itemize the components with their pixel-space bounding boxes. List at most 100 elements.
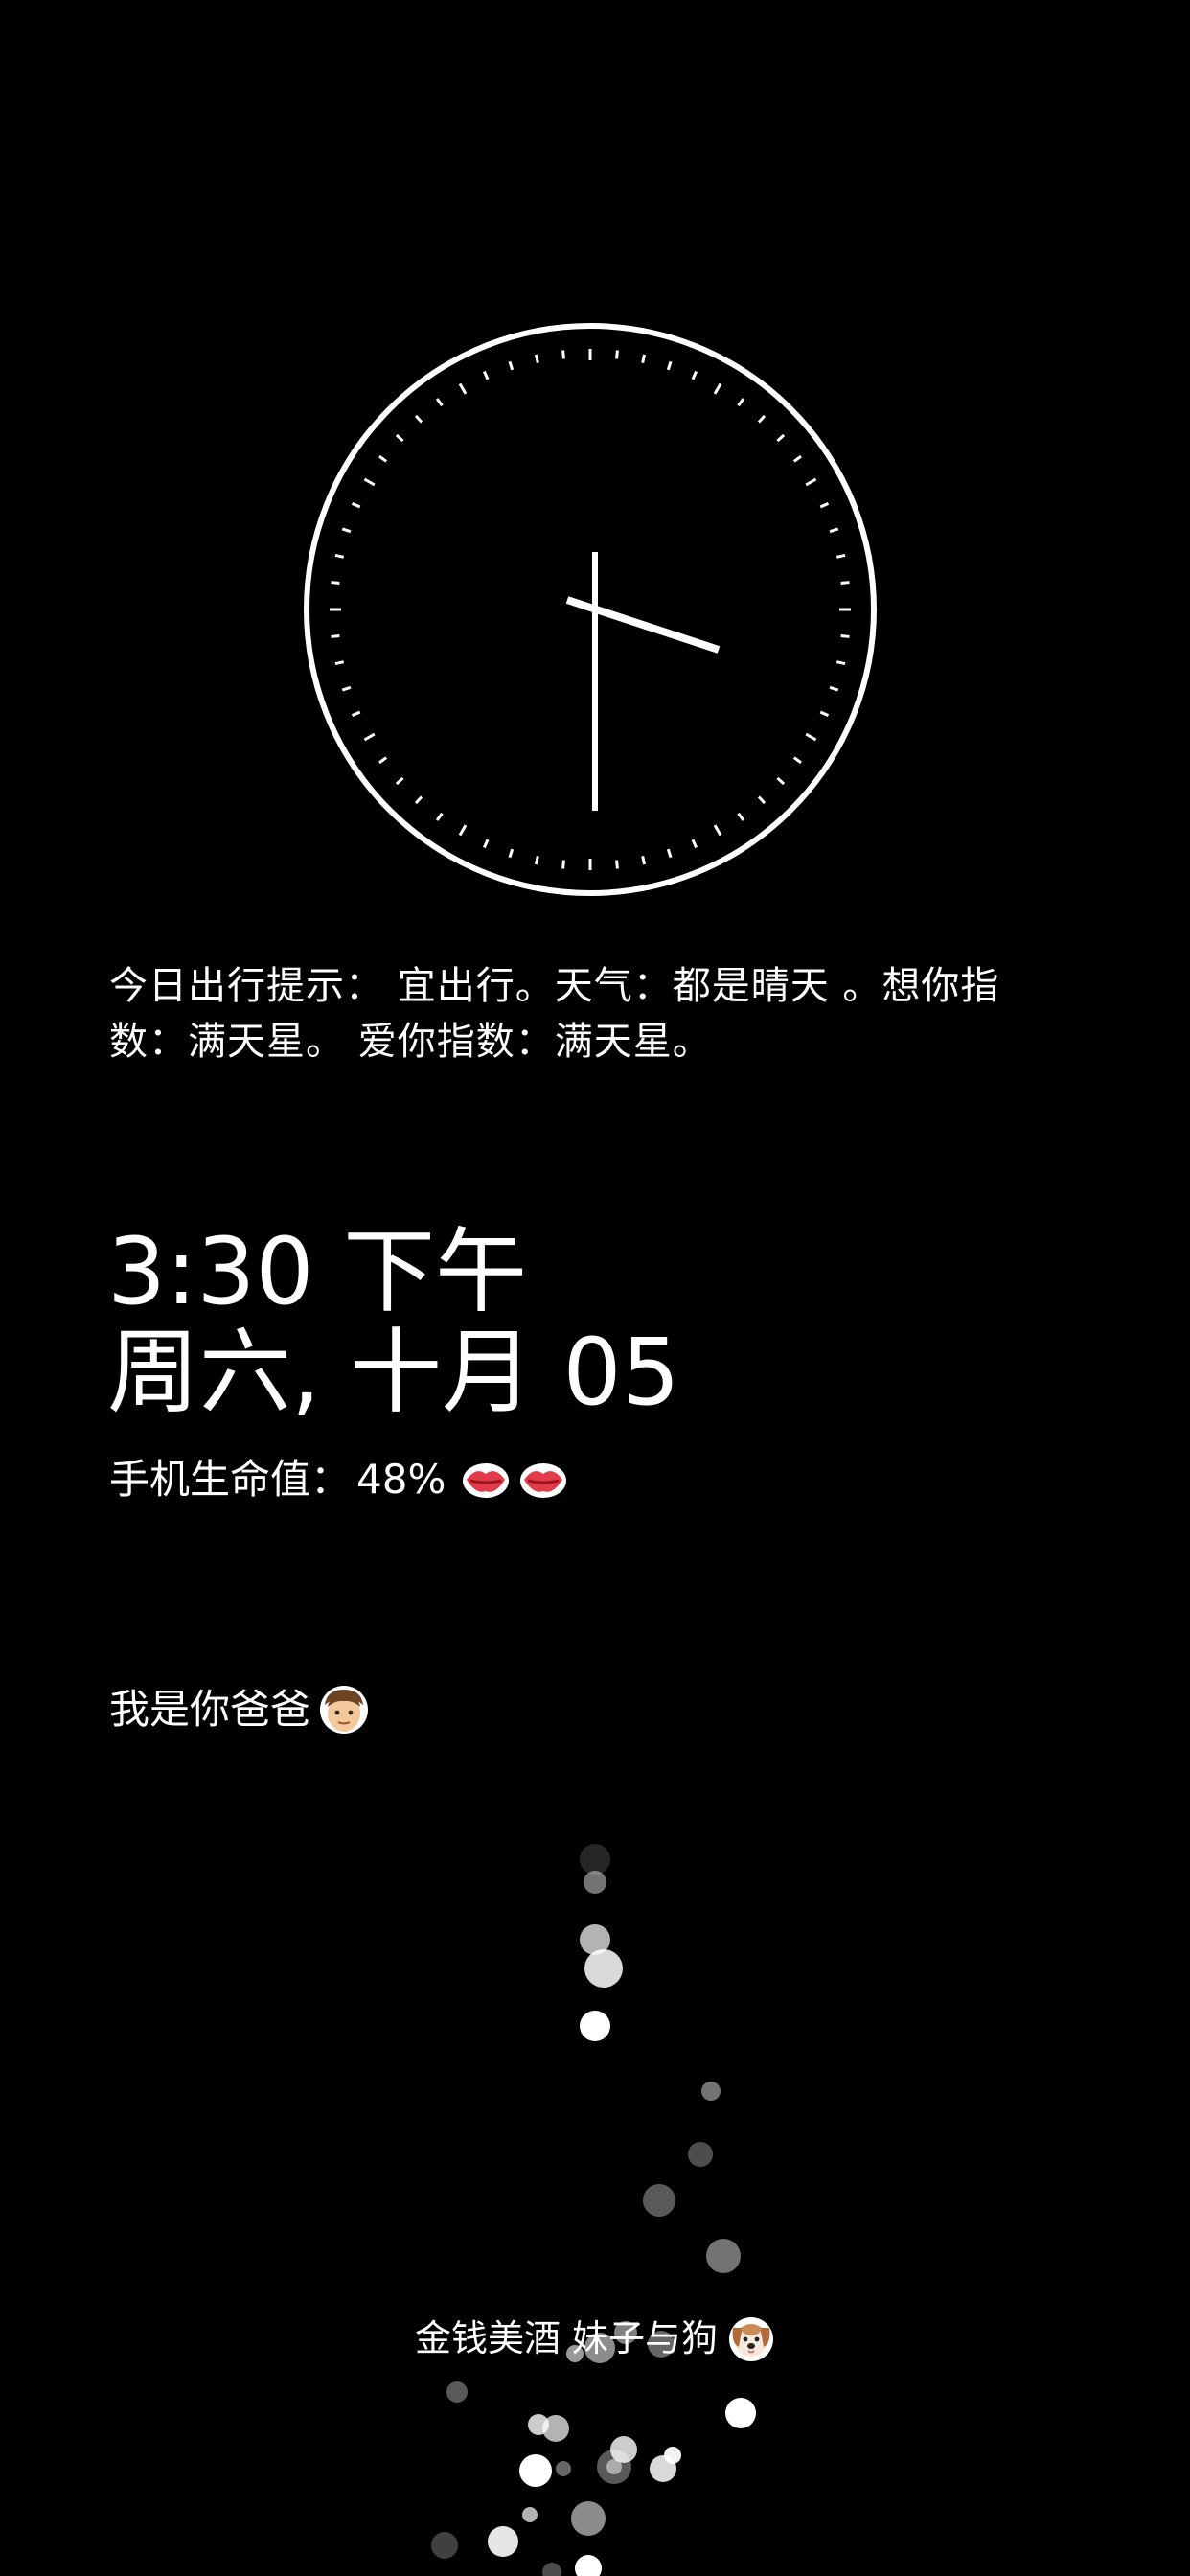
particle-dot (522, 2507, 538, 2522)
clock-tick (713, 382, 722, 395)
particle-dot (584, 1949, 623, 1988)
clock-tick (331, 581, 340, 586)
clock-tick (835, 553, 846, 559)
particle-dot (606, 2459, 622, 2474)
clock-tick (395, 433, 404, 443)
clock-tick (363, 732, 376, 742)
battery-value: 48% (356, 1456, 446, 1503)
clock-tick (614, 860, 619, 869)
clock-tick (414, 414, 423, 424)
tip-miss-value: 满天星。 (188, 1020, 345, 1064)
particle-effect (431, 1844, 756, 2576)
clock-tick (792, 454, 802, 463)
identity-line: 我是你爸爸 (109, 1682, 370, 1737)
clock-tick (341, 527, 352, 534)
particle-dot (556, 2461, 571, 2476)
clock-tick (805, 477, 817, 487)
clock-tick (840, 633, 850, 638)
battery-status: 手机生命值： 48% (109, 1452, 568, 1507)
clock-tick (458, 824, 468, 837)
clock-tick (351, 710, 361, 718)
clock-tick (534, 354, 539, 364)
clock-tick (435, 812, 444, 821)
clock-tick (737, 398, 745, 407)
particle-dot (446, 2381, 468, 2403)
clock-tick (840, 581, 850, 586)
clock-tick (792, 756, 802, 765)
clock-tick (835, 660, 846, 666)
clock-tick (414, 795, 423, 805)
particle-dot (688, 2142, 713, 2167)
particle-dot (571, 2501, 606, 2536)
particle-dot (650, 2455, 676, 2482)
battery-label: 手机生命值： (109, 1456, 352, 1503)
clock-tick (508, 848, 515, 859)
kiss-mark-icon (463, 1463, 510, 1498)
motto-line: 金钱美酒 妹子与狗 (0, 2314, 1190, 2362)
particle-dot (725, 2398, 756, 2428)
tip-weather-value: 都是晴天 。 (672, 964, 882, 1008)
clock-tick (378, 454, 388, 463)
identity-text: 我是你爸爸 (109, 1686, 311, 1733)
clock-tick (435, 398, 444, 407)
dog-face-icon (729, 2317, 774, 2361)
tip-advice: 宜出行。 (397, 964, 555, 1008)
kiss-mark-icon (520, 1463, 567, 1498)
clock-tick (363, 477, 376, 487)
particle-dot (575, 2555, 602, 2576)
clock-tick (641, 855, 647, 865)
clock-tick (508, 360, 515, 371)
clock-tick (776, 776, 786, 786)
clock-tick (395, 776, 404, 786)
motto-text: 金钱美酒 妹子与狗 (414, 2317, 719, 2359)
clock-tick (614, 350, 619, 359)
clock-tick (666, 848, 673, 859)
particle-dot (584, 1871, 606, 1894)
particle-dot (488, 2526, 518, 2557)
clock-tick (757, 795, 767, 805)
clock-tick (482, 839, 490, 849)
clock-tick (713, 824, 722, 837)
clock-tick (757, 414, 767, 424)
particle-dot (519, 2454, 552, 2487)
clock-tick (351, 501, 361, 509)
clock-tick (534, 855, 539, 865)
particle-dot (542, 2563, 561, 2576)
date-display: 周六, 十月 05 (107, 1319, 680, 1426)
particle-dot (580, 2011, 610, 2041)
clock-tick (776, 433, 786, 443)
tip-label: 今日出行提示： (109, 964, 384, 1008)
tip-love-value: 满天星。 (554, 1020, 712, 1064)
clock-tick (378, 756, 388, 765)
clock-tick (334, 660, 345, 666)
clock-tick (561, 860, 566, 869)
clock-tick (458, 382, 468, 395)
clock-tick (691, 839, 698, 849)
clock-tick (691, 370, 698, 380)
hour-hand (565, 596, 721, 654)
clock-tick (829, 685, 839, 692)
clock-tick (829, 527, 839, 534)
particle-dot (580, 1844, 610, 1874)
clock-tick (819, 710, 830, 718)
particle-dot (431, 2532, 458, 2559)
clock-tick (737, 812, 745, 821)
clock-tick (341, 685, 352, 692)
particle-dot (701, 2082, 721, 2101)
travel-tip: 今日出行提示： 宜出行。天气：都是晴天 。想你指数：满天星。 爱你指数：满天星。 (109, 958, 1029, 1070)
digital-time: 3:30 下午 (107, 1218, 528, 1325)
clock-tick (805, 732, 817, 742)
particle-dot (542, 2415, 569, 2442)
clock-tick (334, 553, 345, 559)
man-face-icon (320, 1686, 369, 1734)
tip-love-label: 爱你指数： (357, 1020, 555, 1064)
clock-tick (331, 633, 340, 638)
tip-weather-label: 天气： (554, 964, 673, 1008)
clock-tick (819, 501, 830, 509)
analog-clock (304, 323, 877, 896)
particle-dot (643, 2184, 675, 2217)
particle-dot (706, 2239, 741, 2273)
clock-tick (482, 370, 490, 380)
clock-tick (666, 360, 673, 371)
clock-tick (561, 350, 566, 359)
